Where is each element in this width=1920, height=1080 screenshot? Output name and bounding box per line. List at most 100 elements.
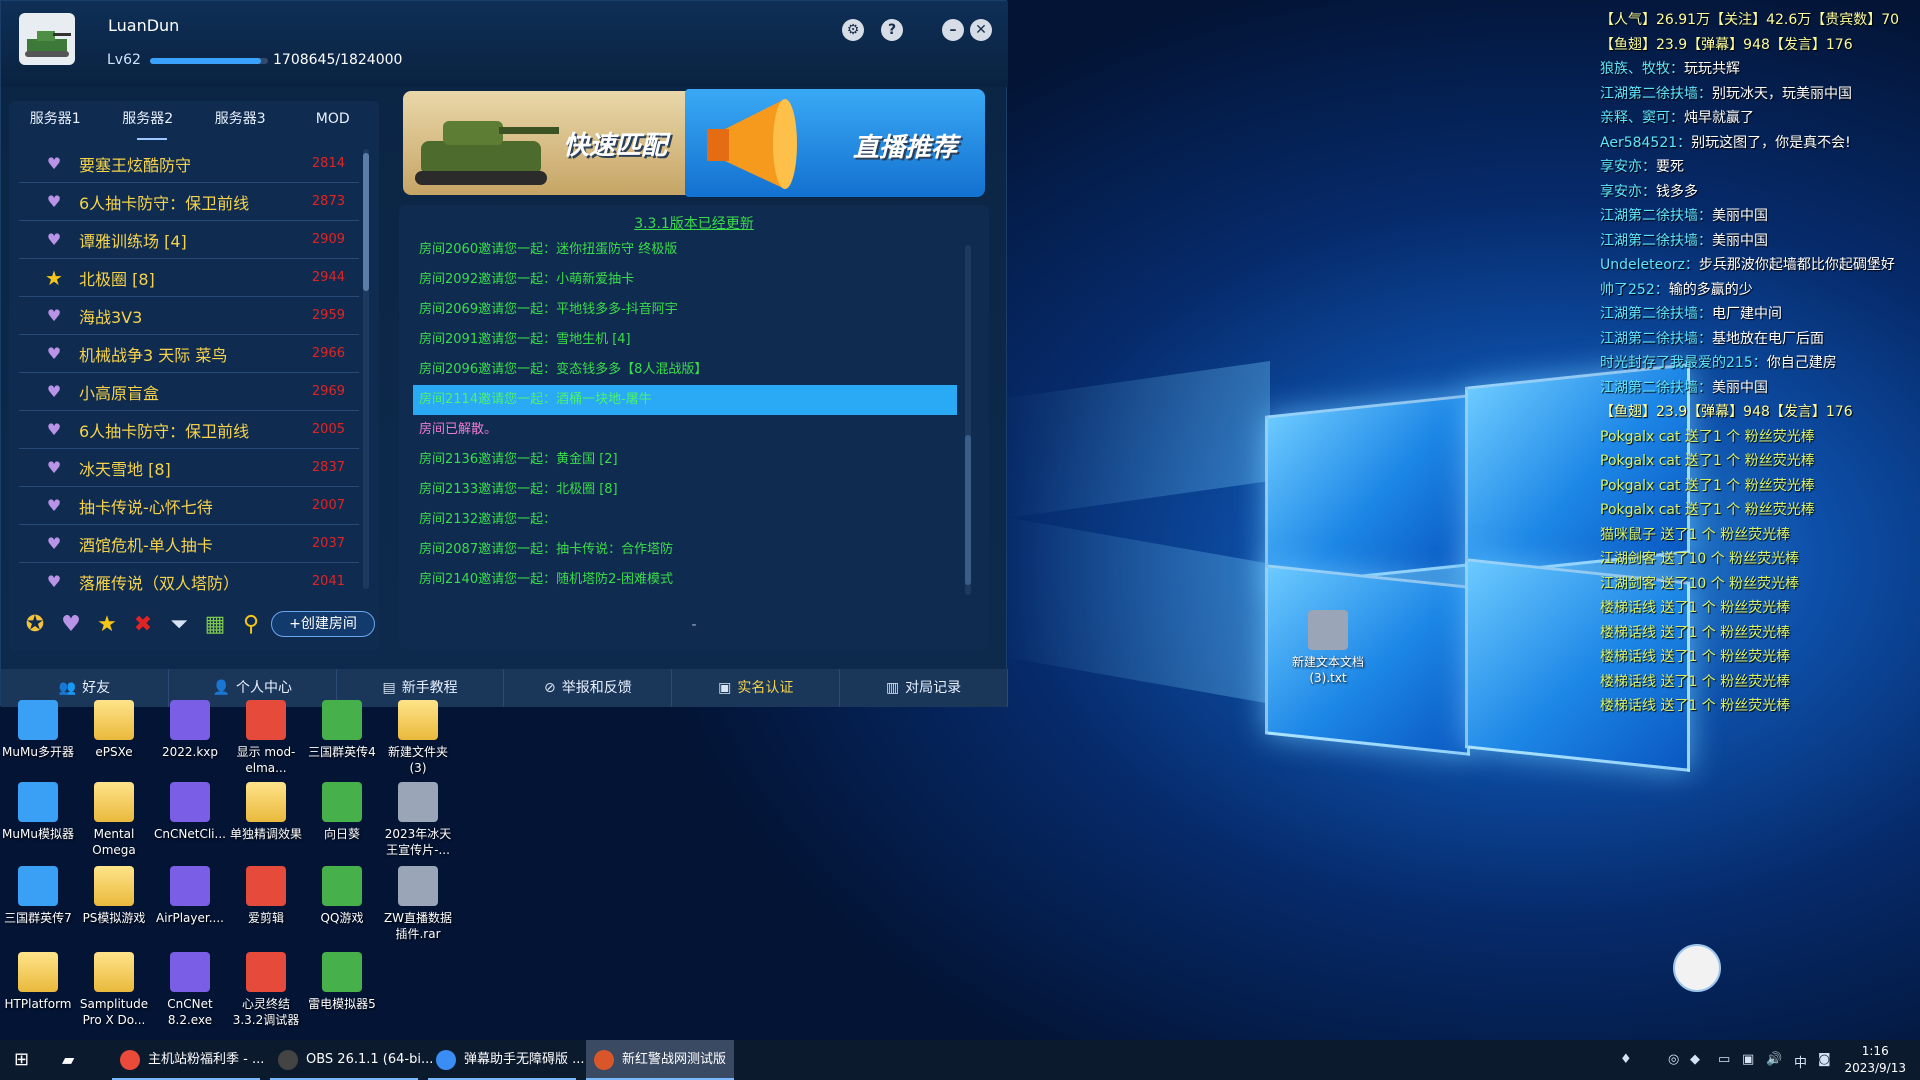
star-filter-icon[interactable]: ★ <box>89 612 125 637</box>
battery-tray-icon[interactable]: ▭ <box>1718 1052 1730 1067</box>
settings-gear-icon[interactable]: ⚙ <box>842 19 864 41</box>
volume-icon[interactable]: 🔊 <box>1766 1052 1782 1067</box>
desktop-icon[interactable]: MuMu多开器 <box>0 700 76 760</box>
invitation-message[interactable]: 房间2132邀请您一起： <box>413 505 957 535</box>
desktop-icon[interactable]: 新建文本文档 (3).txt <box>1290 610 1366 686</box>
room-item[interactable]: ♥ 抽卡传说-心怀七待 2007 <box>19 487 359 525</box>
invitation-list: 房间2060邀请您一起：迷你扭蛋防守 终极版 房间2092邀请您一起：小萌新爱抽卡… <box>413 235 957 595</box>
map-icon[interactable]: ▦ <box>197 612 233 637</box>
assistant-avatar-icon[interactable] <box>1673 944 1721 992</box>
room-item[interactable]: ★ 北极圈 [8] 2944 <box>19 259 359 297</box>
nav-match-history[interactable]: ▥ 对局记录 <box>840 669 1008 707</box>
room-item[interactable]: ♥ 落雁传说（双人塔防） 2041 <box>19 563 359 595</box>
tab-server-3[interactable]: 服务器3 <box>194 101 287 141</box>
invitation-message[interactable]: 房间2069邀请您一起：平地钱多多-抖音阿宇 <box>413 295 957 325</box>
desktop-icon[interactable]: 向日葵 <box>304 782 380 842</box>
tray-icon[interactable]: ◆ <box>1690 1052 1700 1067</box>
room-item[interactable]: ♥ 谭雅训练场 [4] 2909 <box>19 221 359 259</box>
search-icon[interactable]: ⚲ <box>233 612 269 637</box>
create-room-button[interactable]: +创建房间 <box>271 611 375 637</box>
taskbar-app-button[interactable]: 新红警战网测试版 <box>586 1040 734 1080</box>
notification-icon[interactable]: ◙ <box>1818 1052 1831 1067</box>
update-notice-link[interactable]: 3.3.1版本已经更新 <box>399 213 989 233</box>
room-item[interactable]: ♥ 要塞王炫酷防守 2814 <box>19 145 359 183</box>
tab-server-1[interactable]: 服务器1 <box>9 101 102 141</box>
desktop-icon[interactable]: 显示 mod-elma... <box>228 700 304 776</box>
desktop-icon[interactable]: 爱剪辑 <box>228 866 304 926</box>
room-item[interactable]: ♥ 酒馆危机-单人抽卡 2037 <box>19 525 359 563</box>
tray-icon[interactable]: ◎ <box>1668 1052 1679 1067</box>
nav-real-name-auth[interactable]: ▣ 实名认证 <box>672 669 841 707</box>
tab-server-2[interactable]: 服务器2 <box>102 101 195 141</box>
invitation-message[interactable]: 房间2096邀请您一起：变态钱多多【8人混战版】 <box>413 355 957 385</box>
shield-tray-icon[interactable]: ♦ <box>1620 1052 1632 1067</box>
desktop-icon[interactable]: 心灵终结3.3.2调试器 <box>228 952 304 1028</box>
tab-mod[interactable]: MOD <box>287 101 380 141</box>
taskbar-app-button[interactable]: OBS 26.1.1 (64-bi... <box>270 1040 433 1080</box>
desktop-icon[interactable]: Mental Omega <box>76 782 152 858</box>
desktop-icon[interactable]: QQ游戏 <box>304 866 380 926</box>
invitation-message[interactable]: 房间2114邀请您一起：酒桶一块地-屠牛 <box>413 385 957 415</box>
desktop-icon[interactable]: 单独精调效果 <box>228 782 304 842</box>
no-mod-filter-icon[interactable]: ✖ <box>125 612 161 637</box>
ime-indicator[interactable]: 中 <box>1794 1052 1807 1071</box>
quick-match-banner[interactable]: 快速匹配 <box>403 91 703 195</box>
minimize-icon[interactable]: – <box>942 19 964 41</box>
close-icon[interactable]: ✕ <box>970 19 992 41</box>
desktop-icon[interactable]: ZW直播数据插件.rar <box>380 866 456 942</box>
user-avatar[interactable] <box>19 13 75 65</box>
desktop-icon[interactable]: CnCNet 8.2.exe <box>152 952 228 1028</box>
desktop-icon[interactable]: 三国群英传7 <box>0 866 76 926</box>
desktop-icon[interactable]: CnCNetCli... <box>152 782 228 842</box>
chat-text: 美丽中国 <box>1712 232 1768 249</box>
message-scroll-thumb[interactable] <box>965 435 971 585</box>
app-pinned-icon[interactable]: ▰ <box>62 1040 74 1080</box>
desktop-icon[interactable]: MuMu模拟器 <box>0 782 76 842</box>
room-item[interactable]: ♥ 海战3V3 2959 <box>19 297 359 335</box>
desktop-icon[interactable]: AirPlayer.... <box>152 866 228 926</box>
desktop-icon[interactable]: PS模拟游戏 <box>76 866 152 926</box>
windows-start-icon[interactable]: ⊞ <box>14 1040 29 1080</box>
gem-filter-icon[interactable]: ♥ <box>53 612 89 637</box>
invitation-message[interactable]: 房间2060邀请您一起：迷你扭蛋防守 终极版 <box>413 235 957 265</box>
desktop-icon[interactable]: 新建文件夹 (3) <box>380 700 456 776</box>
chat-sender: 江湖第二徐扶墙： <box>1600 85 1712 102</box>
app-icon <box>398 866 438 906</box>
invitation-message[interactable]: 房间2136邀请您一起：黄金国 [2] <box>413 445 957 475</box>
invitation-message[interactable]: 房间2133邀请您一起：北极圈 [8] <box>413 475 957 505</box>
room-item[interactable]: ♥ 机械战争3 天际 菜鸟 2966 <box>19 335 359 373</box>
desktop-icon-label: PS模拟游戏 <box>82 911 146 925</box>
network-icon[interactable]: ▣ <box>1742 1052 1754 1067</box>
invitation-message[interactable]: 房间2091邀请您一起：雪地生机 [4] <box>413 325 957 355</box>
taskbar-app-button[interactable]: 弹幕助手无障碍版 ... <box>428 1040 585 1080</box>
room-item[interactable]: ♥ 小高原盲盒 2969 <box>19 373 359 411</box>
room-item[interactable]: ♥ 6人抽卡防守：保卫前线 2873 <box>19 183 359 221</box>
title-bar[interactable]: LuanDun Lv62 1708645/1824000 ⚙ ? – ✕ <box>1 1 1008 87</box>
desktop-icon[interactable]: HTPlatform <box>0 952 76 1012</box>
desktop-icon[interactable]: 2023年冰天王宣传片-... <box>380 782 456 858</box>
desktop-icon[interactable]: 雷电模拟器5 <box>304 952 380 1012</box>
chat-text: 1 个 粉丝荧光棒 <box>1688 673 1791 690</box>
invitation-message[interactable]: 房间2092邀请您一起：小萌新爱抽卡 <box>413 265 957 295</box>
desktop-icon[interactable]: ePSXe <box>76 700 152 760</box>
gem-icon: ♥ <box>46 192 62 211</box>
desktop-icon[interactable]: 三国群英传4 <box>304 700 380 760</box>
desktop-icon[interactable]: 2022.kxp <box>152 700 228 760</box>
taskbar-app-button[interactable]: 主机站粉福利季 - ... <box>112 1040 264 1080</box>
live-recommend-banner[interactable]: 直播推荐 <box>685 89 985 197</box>
invitation-message[interactable]: 房间2087邀请您一起：抽卡传说：合作塔防 <box>413 535 957 565</box>
room-list-scroll-thumb[interactable] <box>363 153 369 291</box>
app-icon <box>398 700 438 740</box>
funnel-filter-icon[interactable]: ⏷ <box>161 612 197 637</box>
desktop-icon[interactable]: Samplitude Pro X Do... <box>76 952 152 1028</box>
system-message[interactable]: 房间已解散。 <box>413 415 957 445</box>
room-item[interactable]: ♥ 6人抽卡防守：保卫前线 2005 <box>19 411 359 449</box>
room-item[interactable]: ♥ 冰天雪地 [8] 2837 <box>19 449 359 487</box>
system-clock[interactable]: 1:16 2023/9/13 <box>1844 1043 1906 1077</box>
app-icon <box>322 866 362 906</box>
medal-icon[interactable]: ✪ <box>17 612 53 637</box>
app-icon <box>322 700 362 740</box>
invitation-message[interactable]: 房间2140邀请您一起：随机塔防2-困难模式 <box>413 565 957 595</box>
help-icon[interactable]: ? <box>881 19 903 41</box>
nav-report-feedback[interactable]: ⊘ 举报和反馈 <box>504 669 673 707</box>
